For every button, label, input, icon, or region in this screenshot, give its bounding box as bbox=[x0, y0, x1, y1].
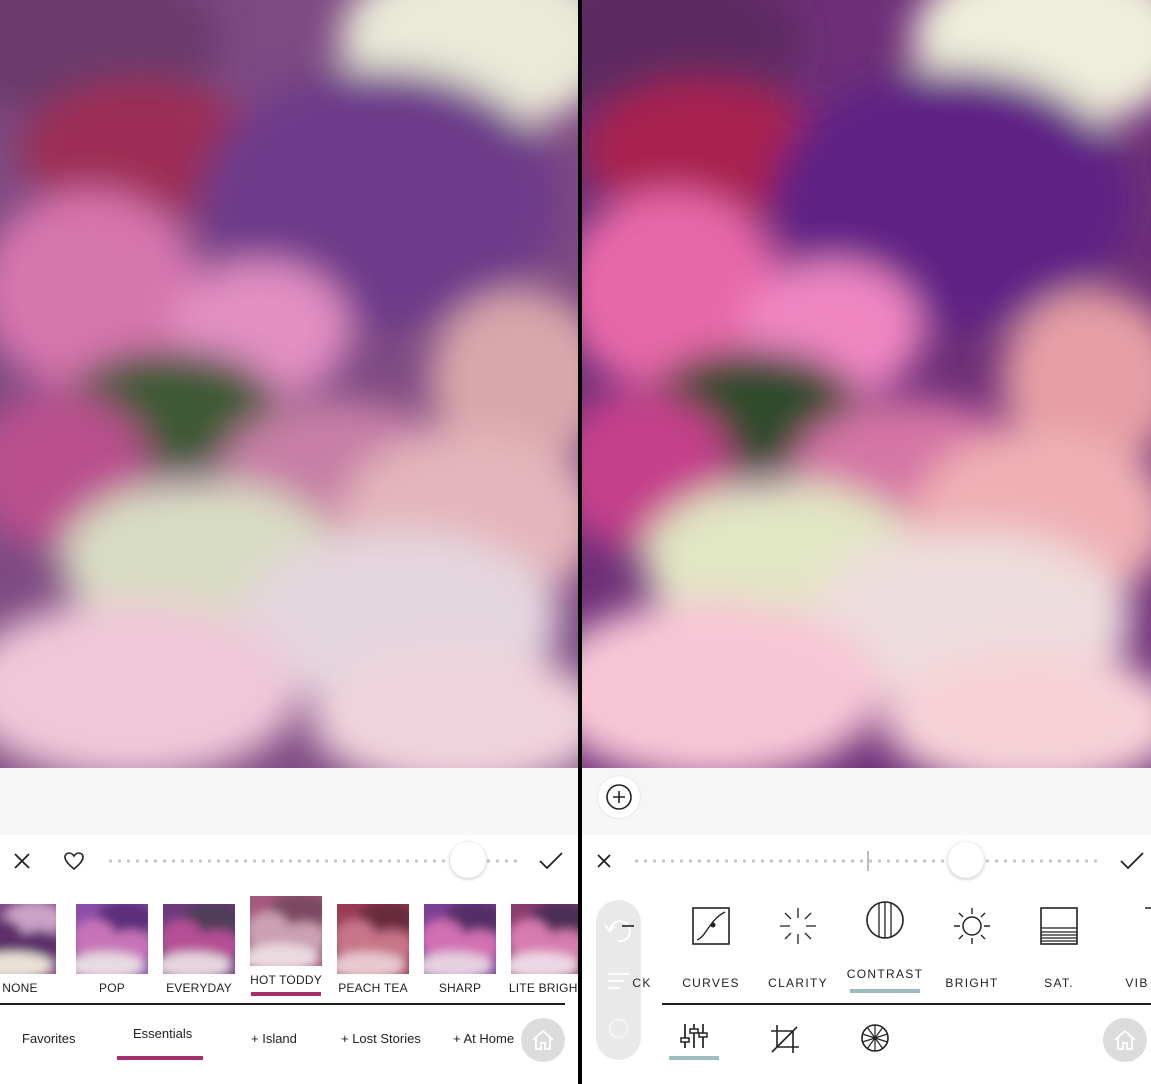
filter-thumbnail bbox=[163, 904, 235, 974]
contrast-icon bbox=[866, 901, 904, 939]
tool-contrast[interactable]: CONTRAST bbox=[845, 890, 925, 1000]
category-favorites[interactable]: Favorites bbox=[22, 1031, 75, 1046]
canvas-padding bbox=[582, 768, 1151, 835]
filter-thumbnail bbox=[76, 904, 148, 974]
checkmark-icon[interactable] bbox=[537, 849, 565, 873]
category-selected-underline bbox=[117, 1056, 203, 1060]
filter-label: SHARP bbox=[438, 981, 482, 995]
tool-label: CONTRAST bbox=[846, 967, 924, 981]
checkmark-icon[interactable] bbox=[1118, 849, 1146, 873]
tool-bright[interactable]: BRIGHT bbox=[932, 890, 1012, 1000]
filter-everyday[interactable]: EVERYDAY bbox=[159, 890, 239, 1000]
filter-thumbnail bbox=[250, 896, 322, 966]
filter-pop[interactable]: POP bbox=[72, 890, 152, 1000]
filter-lite-bright[interactable]: LITE BRIGHT bbox=[507, 890, 578, 1000]
filter-thumbnail bbox=[337, 904, 409, 974]
home-button[interactable] bbox=[521, 1018, 565, 1062]
filter-peach-tea[interactable]: PEACH TEA bbox=[333, 890, 413, 1000]
flower-photo-edited bbox=[582, 0, 1151, 768]
vib-icon bbox=[1145, 907, 1151, 909]
filter-strength-slider-knob[interactable] bbox=[449, 842, 486, 878]
filter-label: EVERYDAY bbox=[166, 981, 232, 995]
tool-label: CLARITY bbox=[768, 976, 828, 990]
heart-icon[interactable] bbox=[62, 849, 86, 873]
tool-selected-underline bbox=[850, 989, 920, 993]
close-icon[interactable] bbox=[10, 849, 34, 873]
category-at-home[interactable]: + At Home bbox=[453, 1031, 514, 1046]
aperture-icon[interactable] bbox=[858, 1021, 892, 1055]
adjust-tool-carousel: CK CURVES CLARITY CONTRAST BRIGHT SAT. VIB bbox=[622, 890, 1151, 1000]
filter-panel: NONE POP EVERYDAY HOT TODDY PEACH TEA SHARP LI… bbox=[0, 0, 578, 1084]
plus-circle-icon bbox=[606, 784, 632, 810]
tool-curves[interactable]: CURVES bbox=[671, 890, 751, 1000]
filter-label: PEACH TEA bbox=[338, 981, 408, 995]
filter-label: LITE BRIGHT bbox=[508, 981, 578, 995]
home-icon bbox=[1114, 1029, 1136, 1050]
clarity-icon bbox=[780, 908, 816, 944]
filter-sharp[interactable]: SHARP bbox=[420, 890, 500, 1000]
slider-center-tick bbox=[867, 851, 869, 871]
editor-mode-bar bbox=[582, 1005, 1151, 1084]
crop-icon[interactable] bbox=[768, 1022, 802, 1056]
filter-none[interactable]: NONE bbox=[0, 890, 60, 1000]
curves-icon bbox=[692, 907, 730, 945]
adjust-value-row bbox=[582, 835, 1151, 887]
filter-hot-toddy[interactable]: HOT TODDY bbox=[246, 890, 326, 1000]
photo-preview-original bbox=[0, 0, 578, 768]
filter-strength-row bbox=[0, 835, 578, 887]
filter-category-bar: Favorites Essentials + Island + Lost Sto… bbox=[0, 1005, 578, 1084]
home-icon bbox=[532, 1029, 554, 1050]
filter-thumbnail bbox=[511, 904, 578, 974]
tool-label: VIB bbox=[1125, 976, 1149, 990]
photo-preview-edited bbox=[582, 0, 1151, 768]
filter-selected-underline bbox=[251, 992, 321, 996]
mode-selected-underline bbox=[669, 1056, 719, 1060]
ck-icon bbox=[622, 925, 634, 927]
tool-vib[interactable]: VIB bbox=[1097, 890, 1151, 1000]
filter-carousel: NONE POP EVERYDAY HOT TODDY PEACH TEA SHARP LI… bbox=[0, 890, 578, 1000]
filter-label: POP bbox=[99, 981, 125, 995]
filter-thumbnail bbox=[424, 904, 496, 974]
bright-icon bbox=[954, 908, 990, 944]
filter-label: HOT TODDY bbox=[250, 973, 322, 987]
add-button[interactable] bbox=[598, 776, 640, 818]
adjust-sliders-icon[interactable] bbox=[677, 1019, 711, 1053]
category-essentials[interactable]: Essentials bbox=[133, 1026, 192, 1041]
close-icon[interactable] bbox=[592, 849, 616, 873]
filter-label: NONE bbox=[2, 981, 38, 995]
tool-clarity[interactable]: CLARITY bbox=[758, 890, 838, 1000]
sat-icon bbox=[1040, 907, 1078, 945]
canvas-padding bbox=[0, 768, 578, 835]
home-button[interactable] bbox=[1103, 1018, 1147, 1062]
filter-thumbnail bbox=[0, 904, 56, 974]
tool-label: CURVES bbox=[682, 976, 740, 990]
adjust-panel: CK CURVES CLARITY CONTRAST BRIGHT SAT. VIB bbox=[582, 0, 1151, 1084]
tool-label: BRIGHT bbox=[945, 976, 999, 990]
adjust-slider-knob[interactable] bbox=[947, 842, 984, 878]
flower-photo bbox=[0, 0, 578, 768]
category-lost-stories[interactable]: + Lost Stories bbox=[341, 1031, 421, 1046]
category-island[interactable]: + Island bbox=[251, 1031, 297, 1046]
